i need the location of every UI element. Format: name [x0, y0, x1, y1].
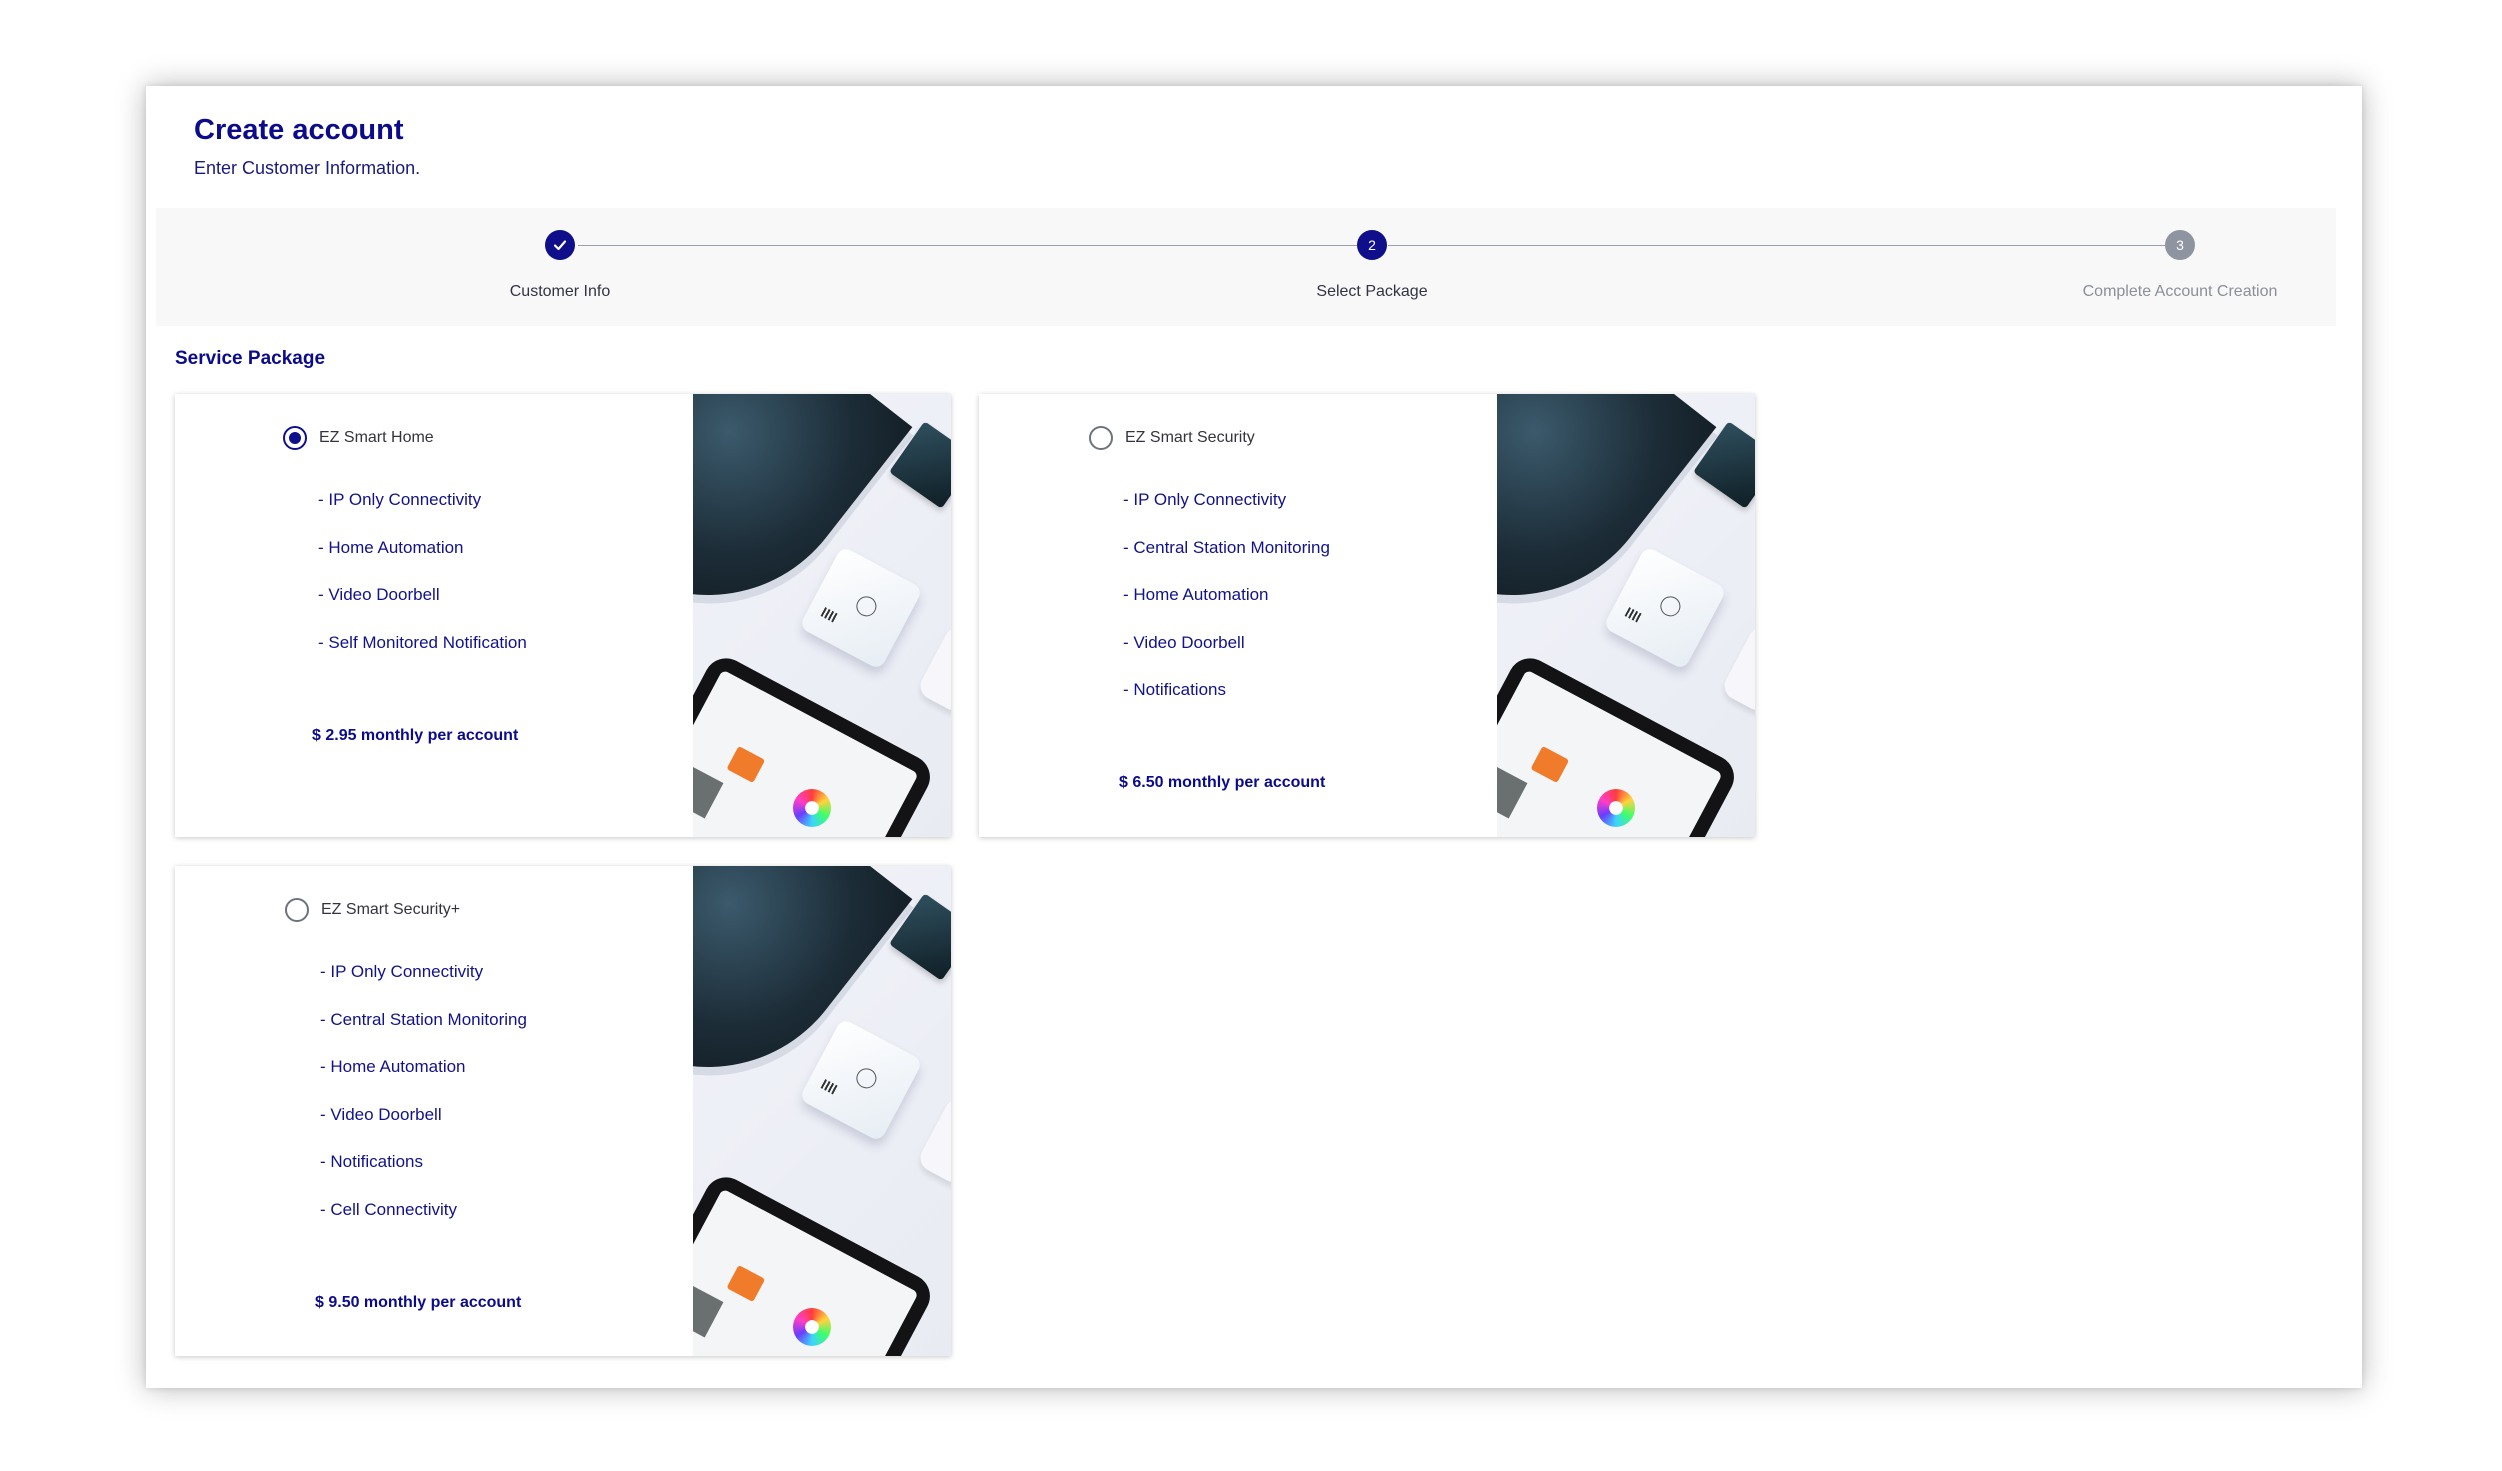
package-radio[interactable] [285, 898, 309, 922]
smart-home-devices-image [693, 866, 951, 1356]
progress-stepper: 2 3 Customer Info Select Package Complet… [156, 208, 2336, 326]
feature-list: - IP Only Connectivity - Central Station… [1123, 476, 1330, 714]
package-card-ez-smart-security[interactable]: EZ Smart Security - IP Only Connectivity… [979, 394, 1755, 837]
step-1-indicator[interactable] [545, 230, 575, 260]
stepper-connector [578, 245, 1357, 246]
feature-item: - Notifications [1123, 680, 1226, 699]
feature-item: - IP Only Connectivity [320, 962, 484, 981]
feature-item: - Video Doorbell [318, 585, 440, 604]
package-radio[interactable] [1089, 426, 1113, 450]
smart-home-devices-image [693, 394, 951, 837]
page-subtitle: Enter Customer Information. [194, 158, 421, 178]
package-price: $ 9.50 monthly per account [315, 1294, 522, 1311]
package-name: EZ Smart Security [1125, 429, 1255, 446]
step-2-label[interactable]: Select Package [1212, 283, 1532, 301]
package-name: EZ Smart Home [319, 429, 434, 446]
feature-item: - Video Doorbell [1123, 632, 1245, 652]
package-card-ez-smart-security-plus[interactable]: EZ Smart Security+ - IP Only Connectivit… [175, 866, 951, 1356]
feature-list: - IP Only Connectivity - Central Station… [320, 948, 527, 1233]
feature-item: - Cell Connectivity [320, 1199, 457, 1219]
step-1-label[interactable]: Customer Info [400, 283, 720, 301]
step-2-indicator[interactable]: 2 [1357, 230, 1387, 260]
section-title: Service Package [175, 348, 326, 369]
smart-home-devices-image [1497, 394, 1755, 837]
feature-item: - IP Only Connectivity [318, 490, 482, 509]
create-account-window: Create account Enter Customer Informatio… [146, 86, 2362, 1388]
check-icon [553, 240, 567, 251]
feature-item: - Video Doorbell [320, 1104, 442, 1124]
package-radio[interactable] [283, 426, 307, 450]
package-option[interactable]: EZ Smart Security+ [285, 898, 460, 922]
package-card-ez-smart-home[interactable]: EZ Smart Home - IP Only Connectivity - H… [175, 394, 951, 837]
feature-item: - Central Station Monitoring [320, 1009, 527, 1029]
feature-item: - Home Automation [320, 1057, 466, 1076]
feature-item: - Central Station Monitoring [1123, 537, 1330, 557]
feature-item: - Home Automation [1123, 585, 1269, 604]
feature-item: - Notifications [320, 1152, 423, 1171]
step-3-indicator: 3 [2165, 230, 2195, 260]
feature-item: - Home Automation [318, 537, 464, 557]
package-option[interactable]: EZ Smart Home [283, 426, 434, 450]
page-title: Create account [194, 114, 404, 146]
package-price: $ 6.50 monthly per account [1119, 774, 1326, 791]
step-3-label: Complete Account Creation [2082, 283, 2278, 300]
stepper-connector [1388, 245, 2165, 246]
package-name: EZ Smart Security+ [321, 901, 461, 918]
package-price: $ 2.95 monthly per account [312, 727, 519, 744]
feature-item: - Self Monitored Notification [318, 632, 527, 652]
package-option[interactable]: EZ Smart Security [1089, 426, 1255, 450]
feature-list: - IP Only Connectivity - Home Automation… [318, 476, 527, 666]
feature-item: - IP Only Connectivity [1123, 490, 1287, 509]
